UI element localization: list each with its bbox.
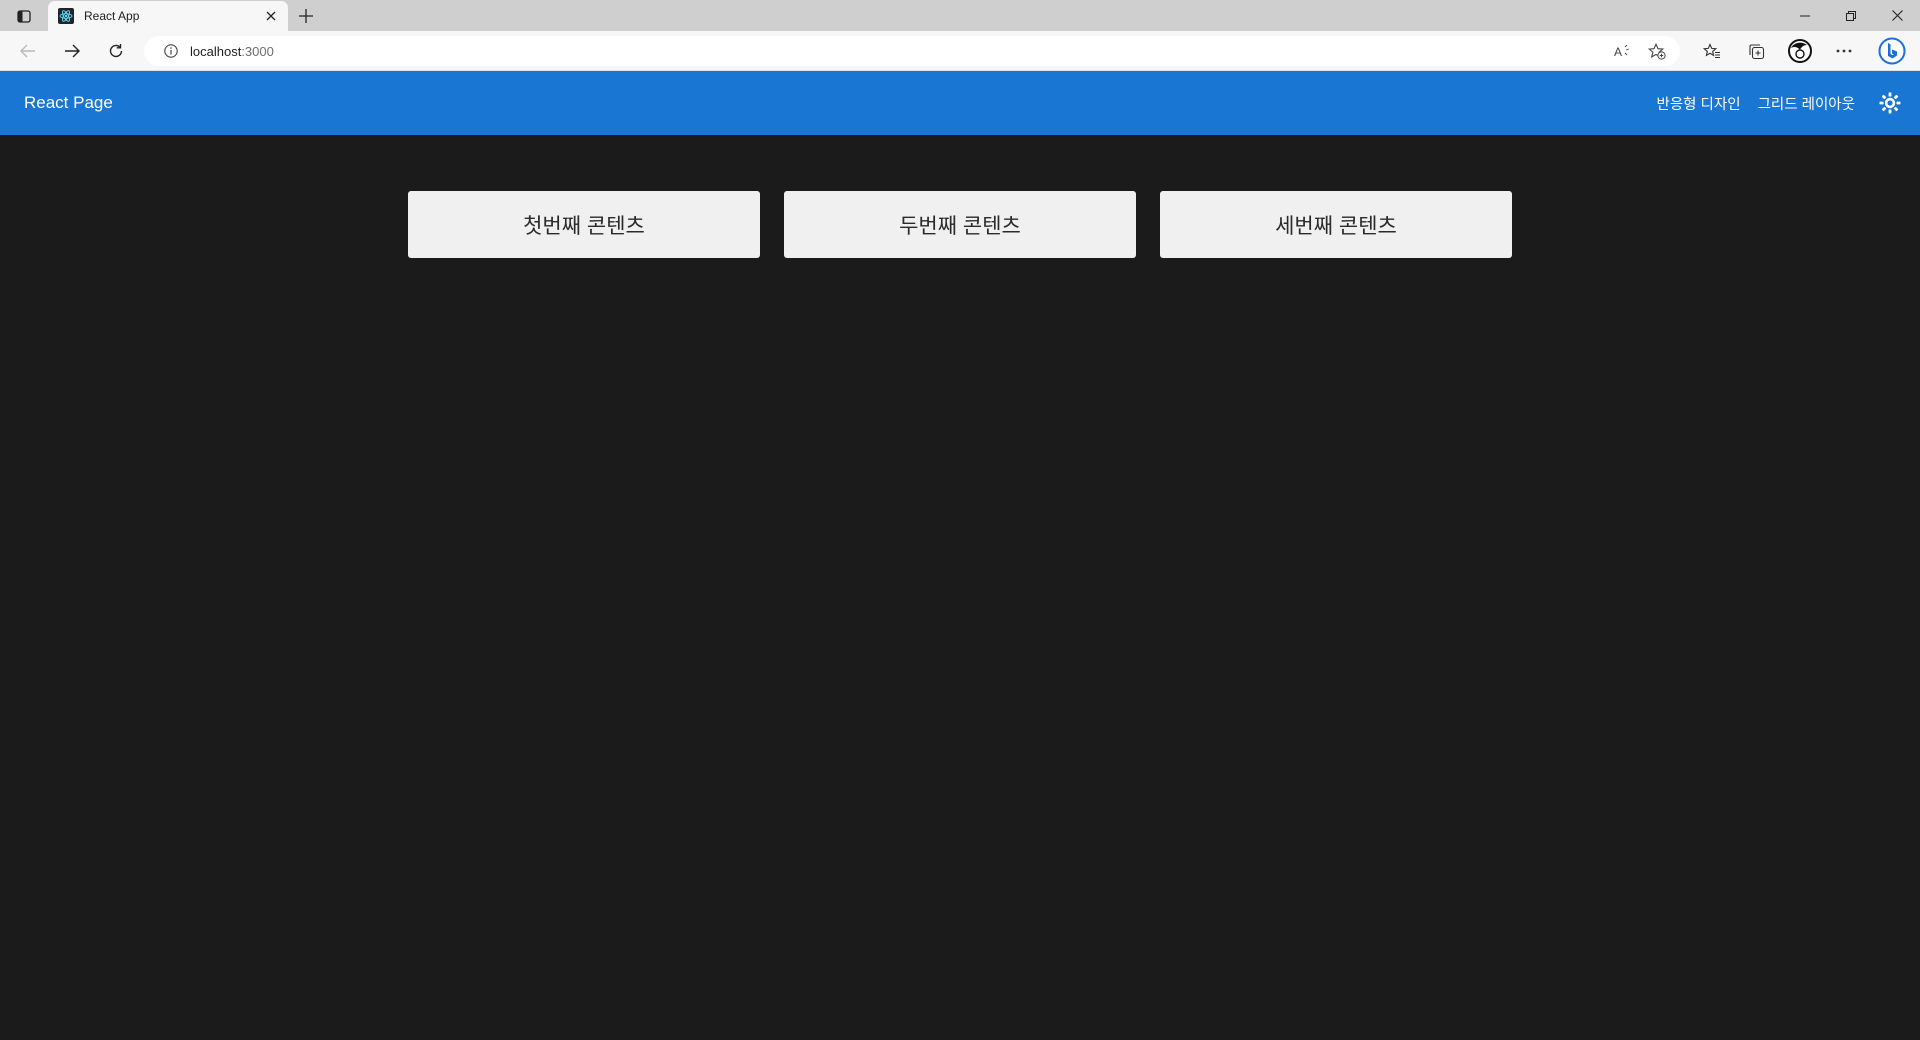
refresh-icon[interactable] <box>100 36 132 66</box>
more-icon[interactable] <box>1822 36 1866 66</box>
content-card-1: 첫번째 콘텐츠 <box>408 191 760 258</box>
restore-icon[interactable] <box>1828 0 1874 31</box>
info-icon[interactable] <box>156 36 186 66</box>
browser-tabstrip: React App <box>0 0 1920 31</box>
url-text: localhost:3000 <box>190 44 274 59</box>
url-host: localhost <box>190 43 242 59</box>
page-content: 첫번째 콘텐츠 두번째 콘텐츠 세번째 콘텐츠 <box>0 135 1920 1040</box>
star-plus-icon[interactable] <box>1640 36 1674 66</box>
window-controls <box>1782 0 1920 31</box>
collections-icon[interactable] <box>1734 36 1778 66</box>
address-bar[interactable]: localhost:3000 A <box>144 36 1680 66</box>
minimize-icon[interactable] <box>1782 0 1828 31</box>
nav-link-responsive-design[interactable]: 반응형 디자인 <box>1657 93 1741 114</box>
forward-arrow-icon[interactable] <box>56 36 88 66</box>
back-arrow-icon[interactable] <box>12 36 44 66</box>
url-port: :3000 <box>241 43 274 59</box>
browser-tab-active[interactable]: React App <box>48 1 288 31</box>
header-nav: 반응형 디자인 그리드 레이아웃 <box>1657 71 1909 135</box>
tab-actions-icon[interactable] <box>10 4 38 28</box>
profile-avatar-icon[interactable] <box>1778 36 1822 66</box>
bing-icon[interactable] <box>1870 36 1914 66</box>
react-logo-icon <box>58 8 74 24</box>
brand-title[interactable]: React Page <box>24 93 113 113</box>
svg-text:A: A <box>1614 45 1622 58</box>
close-window-icon[interactable] <box>1874 0 1920 31</box>
browser-toolbar: localhost:3000 A <box>0 31 1920 71</box>
favorites-icon[interactable] <box>1690 36 1734 66</box>
tab-title: React App <box>84 9 140 23</box>
app-header: React Page 반응형 디자인 그리드 레이아웃 <box>0 71 1920 135</box>
close-tab-icon[interactable] <box>258 3 284 29</box>
plus-icon[interactable] <box>292 3 320 29</box>
content-card-2: 두번째 콘텐츠 <box>784 191 1136 258</box>
card-grid: 첫번째 콘텐츠 두번째 콘텐츠 세번째 콘텐츠 <box>408 191 1512 258</box>
toolbar-actions <box>1690 36 1914 66</box>
sun-icon[interactable] <box>1872 85 1908 121</box>
content-card-3: 세번째 콘텐츠 <box>1160 191 1512 258</box>
nav-link-grid-layout[interactable]: 그리드 레이아웃 <box>1758 93 1855 114</box>
read-aloud-icon[interactable]: A <box>1606 36 1640 66</box>
